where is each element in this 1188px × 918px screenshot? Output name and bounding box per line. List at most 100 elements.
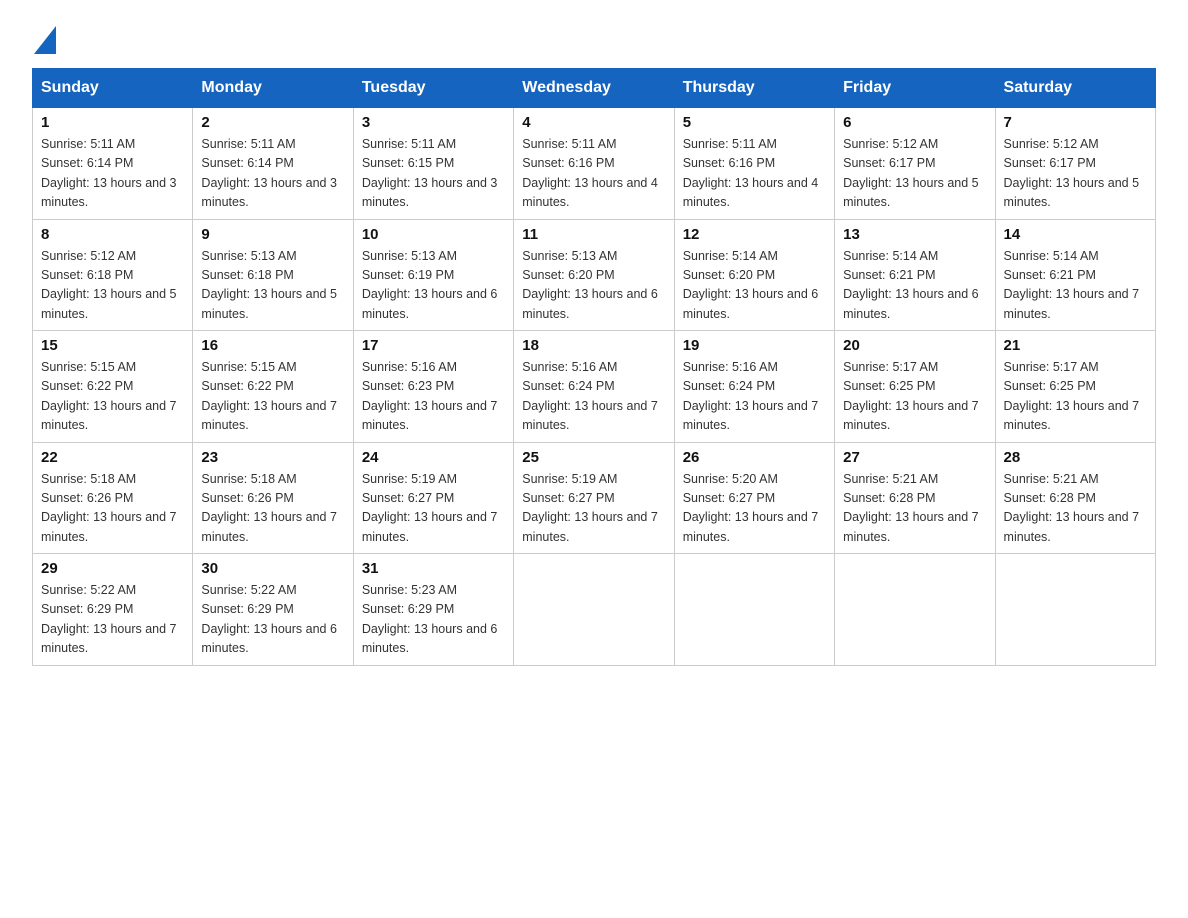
day-info: Sunrise: 5:11 AMSunset: 6:14 PMDaylight:…: [41, 135, 184, 213]
day-number: 11: [522, 226, 665, 243]
calendar-day-cell: [995, 554, 1155, 666]
day-info: Sunrise: 5:13 AMSunset: 6:18 PMDaylight:…: [201, 247, 344, 325]
day-info: Sunrise: 5:12 AMSunset: 6:17 PMDaylight:…: [843, 135, 986, 213]
day-info: Sunrise: 5:16 AMSunset: 6:24 PMDaylight:…: [683, 358, 826, 436]
day-header-sunday: Sunday: [33, 69, 193, 108]
calendar-day-cell: 19 Sunrise: 5:16 AMSunset: 6:24 PMDaylig…: [674, 331, 834, 443]
day-number: 31: [362, 560, 505, 577]
day-number: 24: [362, 449, 505, 466]
calendar-day-cell: 30 Sunrise: 5:22 AMSunset: 6:29 PMDaylig…: [193, 554, 353, 666]
calendar-day-cell: 6 Sunrise: 5:12 AMSunset: 6:17 PMDayligh…: [835, 108, 995, 220]
day-number: 13: [843, 226, 986, 243]
day-info: Sunrise: 5:16 AMSunset: 6:23 PMDaylight:…: [362, 358, 505, 436]
calendar-day-cell: 8 Sunrise: 5:12 AMSunset: 6:18 PMDayligh…: [33, 219, 193, 331]
day-info: Sunrise: 5:14 AMSunset: 6:20 PMDaylight:…: [683, 247, 826, 325]
day-info: Sunrise: 5:13 AMSunset: 6:20 PMDaylight:…: [522, 247, 665, 325]
day-info: Sunrise: 5:14 AMSunset: 6:21 PMDaylight:…: [1004, 247, 1147, 325]
day-info: Sunrise: 5:12 AMSunset: 6:17 PMDaylight:…: [1004, 135, 1147, 213]
calendar-week-row: 15 Sunrise: 5:15 AMSunset: 6:22 PMDaylig…: [33, 331, 1156, 443]
day-number: 4: [522, 114, 665, 131]
day-number: 1: [41, 114, 184, 131]
day-number: 19: [683, 337, 826, 354]
day-info: Sunrise: 5:15 AMSunset: 6:22 PMDaylight:…: [201, 358, 344, 436]
day-info: Sunrise: 5:18 AMSunset: 6:26 PMDaylight:…: [41, 470, 184, 548]
calendar-day-cell: 28 Sunrise: 5:21 AMSunset: 6:28 PMDaylig…: [995, 442, 1155, 554]
day-number: 26: [683, 449, 826, 466]
calendar-day-cell: 29 Sunrise: 5:22 AMSunset: 6:29 PMDaylig…: [33, 554, 193, 666]
day-info: Sunrise: 5:18 AMSunset: 6:26 PMDaylight:…: [201, 470, 344, 548]
day-info: Sunrise: 5:19 AMSunset: 6:27 PMDaylight:…: [522, 470, 665, 548]
day-info: Sunrise: 5:17 AMSunset: 6:25 PMDaylight:…: [843, 358, 986, 436]
calendar-day-cell: 14 Sunrise: 5:14 AMSunset: 6:21 PMDaylig…: [995, 219, 1155, 331]
day-number: 14: [1004, 226, 1147, 243]
day-number: 7: [1004, 114, 1147, 131]
day-header-thursday: Thursday: [674, 69, 834, 108]
calendar-day-cell: 31 Sunrise: 5:23 AMSunset: 6:29 PMDaylig…: [353, 554, 513, 666]
calendar-day-cell: 15 Sunrise: 5:15 AMSunset: 6:22 PMDaylig…: [33, 331, 193, 443]
calendar-day-cell: 5 Sunrise: 5:11 AMSunset: 6:16 PMDayligh…: [674, 108, 834, 220]
calendar-day-cell: 7 Sunrise: 5:12 AMSunset: 6:17 PMDayligh…: [995, 108, 1155, 220]
calendar-day-cell: [514, 554, 674, 666]
day-number: 18: [522, 337, 665, 354]
calendar-day-cell: 16 Sunrise: 5:15 AMSunset: 6:22 PMDaylig…: [193, 331, 353, 443]
logo: [32, 24, 56, 48]
calendar-day-cell: 4 Sunrise: 5:11 AMSunset: 6:16 PMDayligh…: [514, 108, 674, 220]
day-number: 27: [843, 449, 986, 466]
day-number: 2: [201, 114, 344, 131]
day-header-tuesday: Tuesday: [353, 69, 513, 108]
calendar-week-row: 1 Sunrise: 5:11 AMSunset: 6:14 PMDayligh…: [33, 108, 1156, 220]
day-number: 22: [41, 449, 184, 466]
day-number: 20: [843, 337, 986, 354]
day-number: 12: [683, 226, 826, 243]
day-info: Sunrise: 5:20 AMSunset: 6:27 PMDaylight:…: [683, 470, 826, 548]
day-number: 15: [41, 337, 184, 354]
calendar-day-cell: 20 Sunrise: 5:17 AMSunset: 6:25 PMDaylig…: [835, 331, 995, 443]
calendar-day-cell: 11 Sunrise: 5:13 AMSunset: 6:20 PMDaylig…: [514, 219, 674, 331]
day-header-saturday: Saturday: [995, 69, 1155, 108]
calendar-day-cell: 12 Sunrise: 5:14 AMSunset: 6:20 PMDaylig…: [674, 219, 834, 331]
calendar-day-cell: 23 Sunrise: 5:18 AMSunset: 6:26 PMDaylig…: [193, 442, 353, 554]
calendar-table: SundayMondayTuesdayWednesdayThursdayFrid…: [32, 68, 1156, 666]
day-info: Sunrise: 5:19 AMSunset: 6:27 PMDaylight:…: [362, 470, 505, 548]
day-info: Sunrise: 5:17 AMSunset: 6:25 PMDaylight:…: [1004, 358, 1147, 436]
calendar-day-cell: 10 Sunrise: 5:13 AMSunset: 6:19 PMDaylig…: [353, 219, 513, 331]
day-number: 17: [362, 337, 505, 354]
calendar-day-cell: 24 Sunrise: 5:19 AMSunset: 6:27 PMDaylig…: [353, 442, 513, 554]
calendar-week-row: 29 Sunrise: 5:22 AMSunset: 6:29 PMDaylig…: [33, 554, 1156, 666]
day-info: Sunrise: 5:14 AMSunset: 6:21 PMDaylight:…: [843, 247, 986, 325]
day-number: 16: [201, 337, 344, 354]
day-info: Sunrise: 5:21 AMSunset: 6:28 PMDaylight:…: [843, 470, 986, 548]
day-number: 21: [1004, 337, 1147, 354]
day-number: 25: [522, 449, 665, 466]
calendar-day-cell: 13 Sunrise: 5:14 AMSunset: 6:21 PMDaylig…: [835, 219, 995, 331]
day-info: Sunrise: 5:23 AMSunset: 6:29 PMDaylight:…: [362, 581, 505, 659]
day-number: 10: [362, 226, 505, 243]
calendar-header-row: SundayMondayTuesdayWednesdayThursdayFrid…: [33, 69, 1156, 108]
calendar-day-cell: 3 Sunrise: 5:11 AMSunset: 6:15 PMDayligh…: [353, 108, 513, 220]
day-info: Sunrise: 5:11 AMSunset: 6:14 PMDaylight:…: [201, 135, 344, 213]
day-number: 23: [201, 449, 344, 466]
day-header-friday: Friday: [835, 69, 995, 108]
calendar-day-cell: [835, 554, 995, 666]
calendar-day-cell: 9 Sunrise: 5:13 AMSunset: 6:18 PMDayligh…: [193, 219, 353, 331]
calendar-day-cell: 1 Sunrise: 5:11 AMSunset: 6:14 PMDayligh…: [33, 108, 193, 220]
calendar-day-cell: 27 Sunrise: 5:21 AMSunset: 6:28 PMDaylig…: [835, 442, 995, 554]
day-number: 28: [1004, 449, 1147, 466]
day-info: Sunrise: 5:22 AMSunset: 6:29 PMDaylight:…: [201, 581, 344, 659]
day-number: 30: [201, 560, 344, 577]
calendar-day-cell: 21 Sunrise: 5:17 AMSunset: 6:25 PMDaylig…: [995, 331, 1155, 443]
calendar-day-cell: 25 Sunrise: 5:19 AMSunset: 6:27 PMDaylig…: [514, 442, 674, 554]
day-info: Sunrise: 5:11 AMSunset: 6:16 PMDaylight:…: [522, 135, 665, 213]
day-info: Sunrise: 5:15 AMSunset: 6:22 PMDaylight:…: [41, 358, 184, 436]
day-number: 6: [843, 114, 986, 131]
day-header-wednesday: Wednesday: [514, 69, 674, 108]
calendar-day-cell: 18 Sunrise: 5:16 AMSunset: 6:24 PMDaylig…: [514, 331, 674, 443]
day-info: Sunrise: 5:11 AMSunset: 6:16 PMDaylight:…: [683, 135, 826, 213]
calendar-week-row: 22 Sunrise: 5:18 AMSunset: 6:26 PMDaylig…: [33, 442, 1156, 554]
day-number: 29: [41, 560, 184, 577]
calendar-day-cell: 2 Sunrise: 5:11 AMSunset: 6:14 PMDayligh…: [193, 108, 353, 220]
calendar-week-row: 8 Sunrise: 5:12 AMSunset: 6:18 PMDayligh…: [33, 219, 1156, 331]
calendar-day-cell: 22 Sunrise: 5:18 AMSunset: 6:26 PMDaylig…: [33, 442, 193, 554]
day-info: Sunrise: 5:22 AMSunset: 6:29 PMDaylight:…: [41, 581, 184, 659]
page-header: [32, 24, 1156, 48]
